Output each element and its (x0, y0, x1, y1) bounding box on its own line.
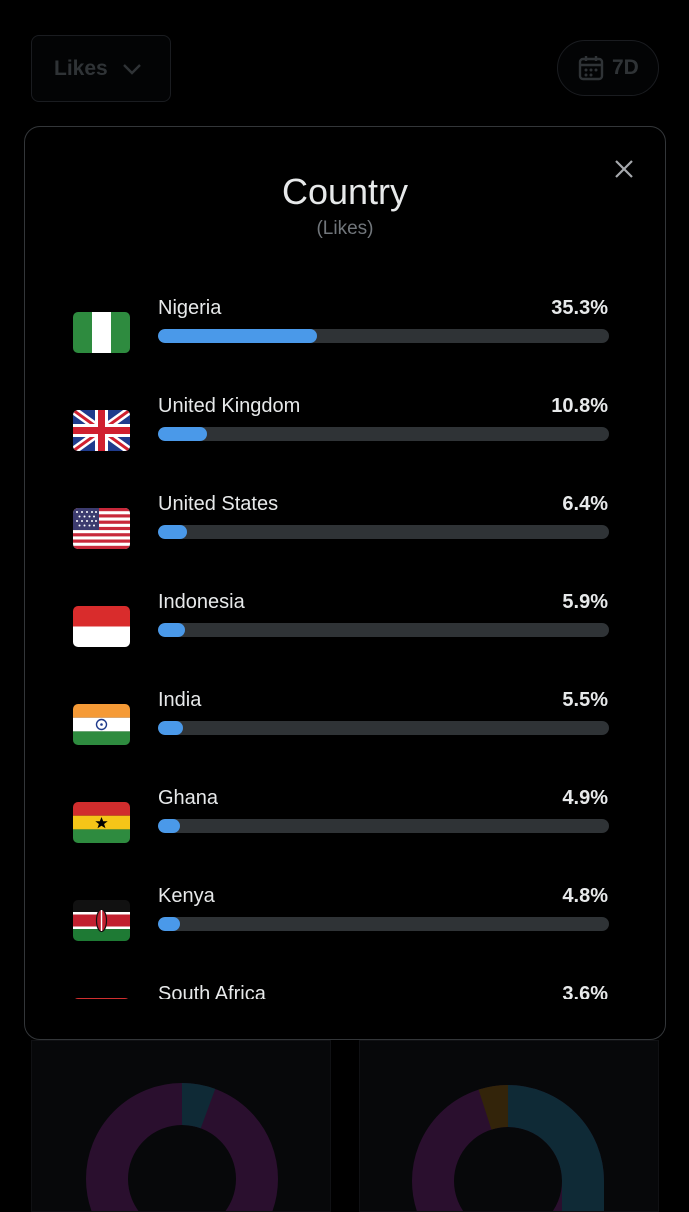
country-name: United Kingdom (158, 395, 301, 417)
modal-subtitle: (Likes) (316, 218, 374, 239)
country-percent: 5.9% (562, 591, 608, 613)
country-bar-fill (158, 427, 207, 441)
metric-dropdown-label: Likes (54, 56, 108, 80)
country-row: Indonesia 5.9% (25, 589, 665, 687)
country-row: India 5.5% (25, 687, 665, 785)
country-bar-track (158, 917, 609, 931)
country-bar-fill (158, 525, 187, 539)
country-name: India (158, 689, 202, 711)
ghana-flag-icon (73, 802, 130, 843)
country-percent: 10.8% (551, 395, 608, 417)
metric-dropdown[interactable]: Likes (31, 35, 171, 102)
nigeria-flag-icon (73, 312, 130, 353)
country-bar-fill (158, 917, 180, 931)
chevron-down-icon (122, 63, 141, 75)
donut-chart-right (412, 1084, 604, 1211)
uk-flag-icon (73, 410, 130, 451)
date-range-label: 7D (612, 56, 639, 79)
country-name: South Africa (158, 983, 266, 999)
country-row: Nigeria 35.3% (25, 295, 665, 393)
calendar-icon (578, 56, 604, 81)
country-row: Ghana 4.9% (25, 785, 665, 883)
country-row: South Africa 3.6% (25, 981, 665, 999)
country-list[interactable]: Nigeria 35.3% United Kingdom 10.8% Unite… (25, 295, 665, 999)
country-name: United States (158, 493, 279, 515)
kenya-flag-icon (73, 900, 130, 941)
date-range-button[interactable]: 7D (557, 40, 659, 96)
country-name: Kenya (158, 885, 215, 907)
country-bar-track (158, 819, 609, 833)
indonesia-flag-icon (73, 606, 130, 647)
country-percent: 4.9% (562, 787, 608, 809)
country-bar-fill (158, 721, 183, 735)
country-percent: 5.5% (562, 689, 608, 711)
country-percent: 6.4% (562, 493, 608, 515)
us-flag-icon (73, 508, 130, 549)
country-bar-track (158, 721, 609, 735)
modal-title: Country (281, 171, 409, 212)
country-bar-track (158, 427, 609, 441)
country-name: Nigeria (158, 297, 222, 319)
south-africa-flag-icon (73, 998, 130, 999)
country-bar-fill (158, 329, 318, 343)
country-name: Ghana (158, 787, 219, 809)
country-name: Indonesia (158, 591, 245, 613)
india-flag-icon (73, 704, 130, 745)
country-row: United States 6.4% (25, 491, 665, 589)
country-bar-track (158, 525, 609, 539)
country-percent: 35.3% (551, 297, 608, 319)
country-bar-track (158, 329, 609, 343)
country-bar-track (158, 623, 609, 637)
donut-chart-left (86, 1082, 278, 1211)
country-row: United Kingdom 10.8% (25, 393, 665, 491)
country-modal: Country (Likes) Nigeria 35.3% United Kin… (24, 126, 666, 1040)
country-percent: 4.8% (562, 885, 608, 907)
country-percent: 3.6% (562, 983, 608, 999)
background-chart-card (359, 1040, 659, 1212)
background-chart-card (31, 1040, 331, 1212)
country-bar-fill (158, 819, 181, 833)
country-bar-fill (158, 623, 185, 637)
country-row: Kenya 4.8% (25, 883, 665, 981)
